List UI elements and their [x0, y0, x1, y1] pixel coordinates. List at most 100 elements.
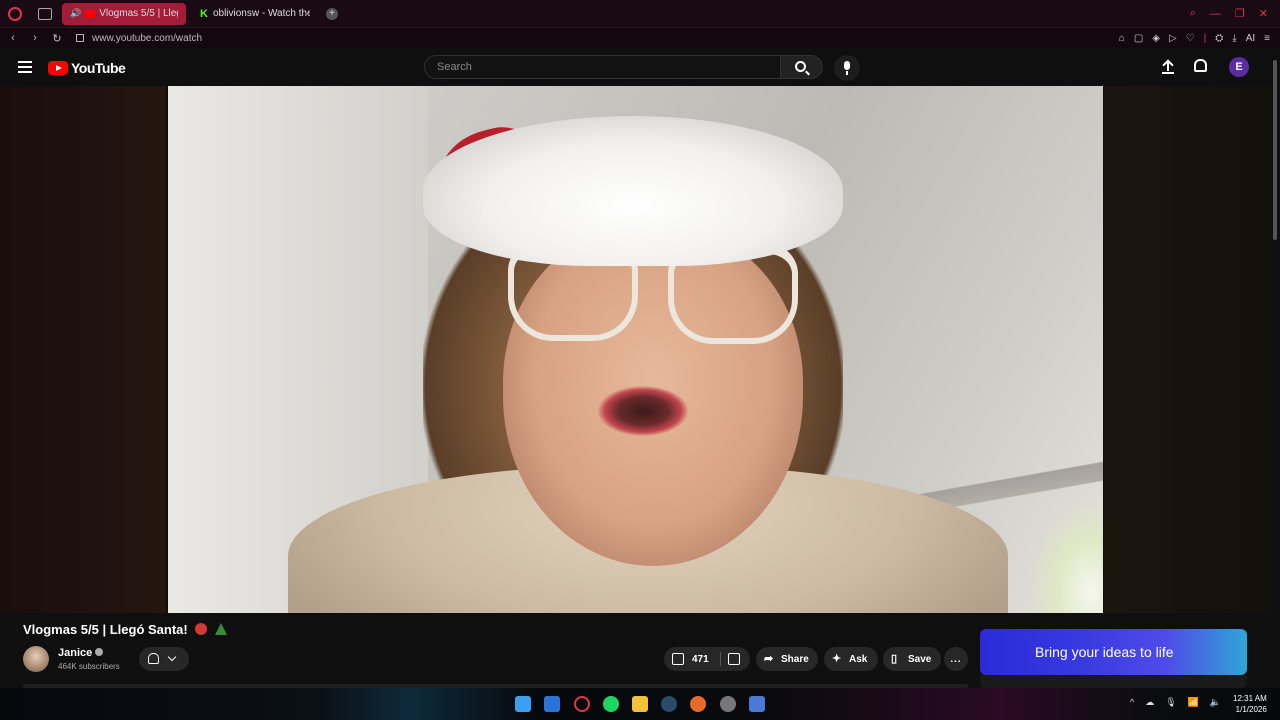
address-bar: ‹ › ↻ www.youtube.com/watch ⌂ ▢ ◈ ▷ ♡ | …: [0, 28, 1280, 48]
tab-label: Vlogmas 5/5 | Llegó Santa!: [99, 8, 178, 19]
verified-icon: [95, 648, 104, 656]
system-tray: ^ ☁ 🎙 📶 🔈: [1130, 697, 1221, 708]
steam-icon[interactable]: [661, 696, 677, 712]
dislike-icon[interactable]: [728, 653, 740, 665]
save-button[interactable]: ▯ Save: [883, 647, 941, 671]
clock-date: 1/1/2026: [1235, 705, 1267, 714]
youtube-logo-text: YouTube: [71, 60, 126, 76]
search-icon: [795, 61, 806, 72]
kick-favicon-icon: K: [200, 7, 208, 20]
tab-label: oblivionsw - Watch the VOD: [212, 8, 310, 19]
tray-mic-icon[interactable]: 🎙: [1165, 697, 1176, 708]
camera-icon[interactable]: ⌂: [1119, 33, 1125, 44]
like-icon[interactable]: [672, 653, 684, 665]
tree-emoji-icon: [214, 623, 227, 635]
tab-overview-icon[interactable]: [38, 7, 52, 20]
channel-name-text[interactable]: Janice: [58, 647, 92, 659]
browser-window: 🔊 Vlogmas 5/5 | Llegó Santa! K oblivions…: [0, 0, 1280, 720]
reload-icon[interactable]: ↻: [48, 32, 66, 45]
ai-button[interactable]: AI: [1246, 33, 1255, 44]
share-label: Share: [781, 653, 809, 665]
channel-avatar[interactable]: [23, 646, 49, 672]
wifi-icon[interactable]: 📶: [1188, 697, 1199, 708]
taskbar-clock[interactable]: 12:31 AM 1/1/2026: [1233, 693, 1267, 715]
save-label: Save: [908, 653, 932, 665]
new-tab-icon[interactable]: +: [326, 7, 338, 20]
video-frame-window: [1028, 496, 1103, 613]
speaker-icon[interactable]: 🔊: [70, 8, 81, 19]
video-frame-mouth: [598, 386, 688, 436]
search-input[interactable]: Search: [424, 55, 781, 79]
back-icon[interactable]: ‹: [4, 32, 22, 44]
minimize-icon[interactable]: —: [1210, 8, 1221, 20]
menu-icon[interactable]: ≡: [1264, 33, 1270, 44]
tab-kick[interactable]: K oblivionsw - Watch the VOD: [192, 3, 318, 25]
chrome-icon[interactable]: [720, 696, 736, 712]
account-avatar[interactable]: E: [1229, 57, 1249, 77]
bookmark-save-icon: ▯: [891, 652, 898, 665]
bookmark-icon[interactable]: ▢: [1134, 33, 1143, 44]
more-actions-button[interactable]: ...: [944, 647, 968, 671]
santa-emoji-icon: [195, 623, 208, 635]
volume-icon[interactable]: 🔈: [1210, 697, 1221, 708]
ad-sub-panel: [980, 675, 1247, 688]
heart-icon[interactable]: ♡: [1186, 33, 1195, 44]
hamburger-menu-icon[interactable]: [18, 61, 32, 73]
outlook-icon[interactable]: [544, 696, 560, 712]
tray-chevron-up-icon[interactable]: ^: [1130, 697, 1134, 708]
forward-icon[interactable]: ›: [26, 32, 44, 44]
like-dislike-group: 471: [664, 647, 750, 671]
youtube-header: YouTube Search E: [0, 48, 1280, 86]
subscription-button[interactable]: [139, 647, 189, 671]
create-upload-icon[interactable]: [1162, 60, 1174, 74]
close-icon[interactable]: ✕: [1259, 7, 1268, 20]
video-title: Vlogmas 5/5 | Llegó Santa!: [23, 622, 227, 637]
restore-icon[interactable]: ❐: [1235, 7, 1245, 20]
youtube-play-icon: [48, 61, 68, 75]
video-player[interactable]: [168, 86, 1103, 613]
opera-logo-icon[interactable]: [8, 6, 22, 21]
ask-button[interactable]: ✦ Ask: [824, 647, 878, 671]
file-explorer-icon[interactable]: [632, 696, 648, 712]
shield-icon[interactable]: ◈: [1152, 33, 1160, 44]
opera-taskbar-icon[interactable]: [574, 696, 590, 712]
clock-time: 12:31 AM: [1233, 694, 1267, 703]
toolbar-icons: ⌂ ▢ ◈ ▷ ♡ | ⛭ ⤓ AI ≡: [1119, 33, 1280, 44]
like-count[interactable]: 471: [692, 654, 709, 665]
sparkle-icon: ✦: [832, 652, 842, 665]
divider-icon: |: [1203, 32, 1207, 44]
divider: [720, 652, 721, 666]
app-icon[interactable]: [749, 696, 765, 712]
tab-strip: 🔊 Vlogmas 5/5 | Llegó Santa! K oblivions…: [0, 0, 1280, 28]
app-dots-icon[interactable]: [690, 696, 706, 712]
chevron-down-icon: [167, 652, 177, 662]
play-icon[interactable]: ▷: [1169, 33, 1177, 44]
bell-icon: [148, 653, 159, 664]
voice-search-icon[interactable]: [834, 55, 860, 81]
url-field[interactable]: www.youtube.com/watch: [92, 33, 202, 44]
page-scrollbar[interactable]: [1270, 48, 1280, 688]
ad-banner[interactable]: Bring your ideas to life: [980, 629, 1247, 675]
search-button[interactable]: [781, 55, 823, 79]
scrollbar-thumb[interactable]: [1273, 60, 1277, 240]
lock-icon[interactable]: [76, 34, 84, 42]
youtube-favicon-icon: [85, 9, 96, 18]
channel-name[interactable]: Janice: [58, 647, 104, 659]
video-title-text: Vlogmas 5/5 | Llegó Santa!: [23, 622, 188, 637]
youtube-logo[interactable]: YouTube: [48, 60, 126, 76]
windows-start-icon[interactable]: [515, 696, 531, 712]
subscriber-count: 464K subscribers: [58, 662, 120, 671]
spotify-icon[interactable]: [603, 696, 619, 712]
search-tabs-icon[interactable]: ⌕: [1190, 7, 1196, 20]
ask-label: Ask: [849, 653, 868, 665]
cloud-icon[interactable]: ☁: [1145, 697, 1154, 708]
ad-text[interactable]: Bring your ideas to life: [1035, 644, 1174, 660]
windows-taskbar: [0, 688, 1280, 720]
share-button[interactable]: ➦ Share: [756, 647, 818, 671]
wallet-icon[interactable]: ⛭: [1215, 33, 1223, 44]
notifications-bell-icon[interactable]: [1194, 59, 1207, 72]
video-frame-hat-fur: [423, 116, 843, 266]
tab-youtube[interactable]: 🔊 Vlogmas 5/5 | Llegó Santa!: [62, 2, 186, 25]
download-icon[interactable]: ⤓: [1232, 33, 1236, 44]
share-icon: ➦: [764, 652, 774, 665]
